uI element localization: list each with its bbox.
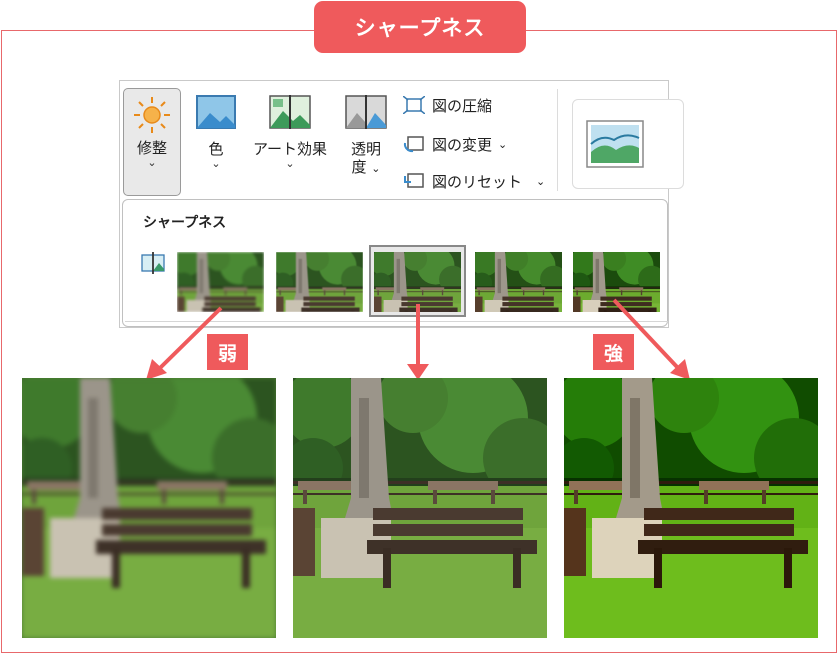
transparency-label-1: 透明 [350, 140, 381, 158]
transparency-label-2: 度 ⌄ [338, 158, 394, 178]
sharpness-option[interactable] [573, 252, 660, 312]
chevron-down-icon: ⌄ [536, 174, 546, 188]
transparency-button[interactable]: 透明 度 ⌄ [338, 93, 394, 178]
compress-label: 図の圧縮 [432, 96, 493, 115]
ribbon-separator [557, 89, 558, 191]
ribbon-panel: 修整 ⌄ 色 ⌄ アート効果 ⌄ 透明 度 ⌄ 図の圧縮 図の変更 ⌄ 図のリセ… [119, 80, 684, 328]
chevron-down-icon: ⌄ [147, 156, 157, 169]
sharpness-dropdown: シャープネス [122, 199, 668, 327]
adjust-button[interactable]: 修整 ⌄ [123, 88, 181, 196]
chevron-down-icon: ⌄ [371, 162, 381, 175]
picture-icon [196, 95, 236, 129]
picture-style-gallery[interactable] [572, 99, 684, 189]
compress-icon [403, 96, 425, 114]
change-picture-button[interactable]: 図の変更 ⌄ [403, 133, 507, 155]
color-button[interactable]: 色 ⌄ [190, 95, 242, 170]
reset-picture-button[interactable]: 図のリセット ⌄ [403, 170, 545, 192]
chevron-down-icon: ⌄ [285, 157, 295, 170]
sharpness-option[interactable] [177, 252, 264, 312]
strong-label: 強 [593, 334, 634, 370]
dropdown-divider [125, 321, 668, 322]
change-picture-icon [403, 136, 424, 153]
sharpness-option[interactable] [374, 252, 461, 312]
sun-icon [134, 97, 170, 133]
art-effects-button[interactable]: アート効果 ⌄ [248, 93, 332, 170]
color-label: 色 [208, 140, 224, 158]
photo-weak [22, 378, 276, 638]
transparency-icon [345, 93, 387, 131]
compress-picture-button[interactable]: 図の圧縮 [403, 94, 492, 116]
sharpness-option[interactable] [475, 252, 562, 312]
change-label: 図の変更 [432, 135, 493, 154]
dropdown-title: シャープネス [143, 215, 227, 231]
reset-label: 図のリセット [432, 172, 523, 191]
photo-strong [564, 378, 818, 638]
sharpness-option[interactable] [276, 252, 363, 312]
art-effects-label: アート効果 [252, 140, 328, 158]
transparency-label-2-text: 度 [351, 158, 367, 176]
weak-label: 弱 [207, 334, 248, 370]
sharpen-split-icon [141, 252, 165, 274]
page-title: シャープネス [314, 1, 526, 53]
photo-normal [293, 378, 547, 638]
ribbon-toolbar: 修整 ⌄ 色 ⌄ アート効果 ⌄ 透明 度 ⌄ 図の圧縮 図の変更 ⌄ 図のリセ… [120, 81, 684, 199]
art-effect-icon [269, 93, 311, 131]
chevron-down-icon: ⌄ [498, 137, 508, 151]
picture-style-icon [586, 120, 644, 168]
reset-picture-icon [404, 173, 424, 188]
adjust-label: 修整 [136, 139, 167, 157]
chevron-down-icon: ⌄ [211, 157, 221, 170]
